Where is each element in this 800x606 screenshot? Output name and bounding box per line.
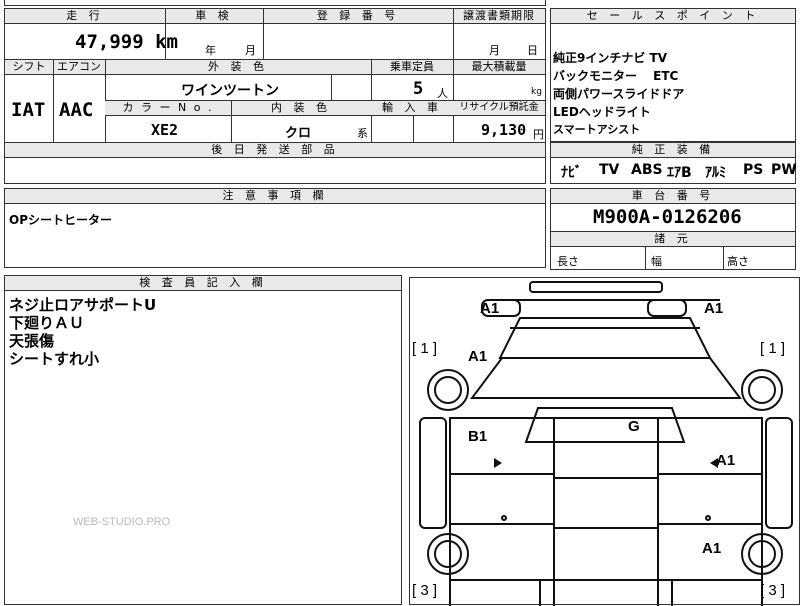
transfer-day: 日 [527, 44, 538, 57]
capacity-header: 乗車定員 [371, 60, 453, 75]
capacity-unit: 人 [437, 87, 448, 100]
damage-mark-a1: A1 [702, 540, 722, 557]
recycle-header: リサイクル預託金 [453, 101, 545, 116]
dimensions-header: 諸 元 [551, 232, 795, 247]
equipment-header: 純 正 装 備 [551, 143, 795, 158]
inspector-line: シートすれ小 [9, 350, 100, 368]
mileage-header: 走 行 [5, 9, 165, 24]
sales-line: LEDヘッドライト [553, 105, 651, 119]
equipment-box: 純 正 装 備 ﾅﾋﾞ TV ABS ｴｱB ｱﾙﾐ PS PW [550, 142, 797, 184]
damage-mark-a1: A1 [480, 300, 500, 317]
import-header: 輸 入 車 [371, 101, 453, 116]
interior-header: 内 装 色 [231, 101, 371, 116]
color-no-header: カ ラ ー N o . [105, 101, 231, 116]
chassis-header: 車 台 番 号 [551, 189, 795, 204]
damage-mark-g: G [628, 418, 640, 435]
load-unit: kg [531, 87, 542, 97]
interior-color-value: クロ [285, 126, 312, 141]
capacity-value: 5 [413, 79, 424, 99]
shift-header: シフト [5, 60, 53, 75]
length-label: 長さ [557, 255, 579, 268]
top-strip [4, 0, 546, 6]
sales-line: スマートアシスト [553, 123, 641, 136]
ac-value: AAC [59, 99, 94, 121]
equipment-item: ﾅﾋﾞ [561, 165, 582, 181]
inspection-year: 年 [205, 44, 216, 57]
inspector-box: 検 査 員 記 入 欄 ネジ止ロアサポートU 下廻りＡＵ 天張傷 シートすれ小 … [4, 275, 402, 605]
equipment-item: ｱﾙﾐ [705, 165, 726, 181]
notes-header: 注 意 事 項 欄 [5, 189, 545, 204]
vehicle-info-table: 走 行 車 検 登 録 番 号 譲渡書類期限 47,999 km 年 月 月 日… [4, 8, 546, 184]
chassis-box: 車 台 番 号 M900A-0126206 諸 元 長さ 幅 高さ [550, 188, 796, 270]
exterior-header: 外 装 色 [105, 60, 371, 75]
sales-points-box: セ ー ル ス ポ イ ン ト 純正9インチナビ TV バックモニター ETC … [550, 8, 796, 142]
recycle-unit: 円 [533, 128, 544, 141]
registration-header: 登 録 番 号 [263, 9, 453, 24]
transfer-header: 譲渡書類期限 [453, 9, 545, 24]
notes-box: 注 意 事 項 欄 OPシートヒーター [4, 188, 546, 268]
bracket-label: [ 1 ] [760, 340, 786, 357]
load-header: 最大積載量 [453, 60, 545, 75]
damage-mark-a1: A1 [716, 452, 736, 469]
equipment-item: ABS [631, 162, 663, 178]
ac-header: エアコン [53, 60, 105, 75]
bracket-label: [ 3 ] [412, 582, 438, 599]
recycle-value: 9,130 [481, 121, 527, 139]
chassis-number: M900A-0126206 [593, 206, 742, 228]
damage-mark-a1: A1 [704, 300, 724, 317]
parts-header: 後 日 発 送 部 品 [5, 143, 545, 158]
mileage-value: 47,999 km [75, 31, 178, 53]
bracket-label: [ 1 ] [412, 340, 438, 357]
interior-suffix: 系 [357, 127, 368, 140]
inspection-header: 車 検 [165, 9, 263, 24]
watermark: WEB-STUDIO.PRO [73, 516, 171, 528]
damage-mark-b1: B1 [468, 428, 488, 445]
sales-line: 両側パワースライドドア [553, 87, 685, 101]
equipment-item: PS [743, 162, 764, 178]
color-no-value: XE2 [151, 121, 179, 139]
width-label: 幅 [651, 255, 662, 268]
damage-mark-a1: A1 [468, 348, 488, 365]
equipment-item: ｴｱB [667, 165, 692, 181]
car-diagram-box: A1 A1 A1 B1 G A1 A1 [ 1 ] [ 1 ] [ 3 ] [ … [409, 277, 800, 606]
exterior-color-value: ワインツートン [181, 83, 279, 99]
height-label: 高さ [727, 255, 749, 268]
inspector-header: 検 査 員 記 入 欄 [5, 276, 401, 291]
shift-value: IAT [11, 99, 46, 121]
equipment-item: PW [771, 162, 797, 178]
notes-text: OPシートヒーター [9, 213, 112, 227]
bracket-label: [ 3 ] [760, 582, 786, 599]
sales-line: バックモニター ETC [553, 69, 679, 83]
sales-points-header: セ ー ル ス ポ イ ン ト [551, 9, 795, 24]
inspection-month: 月 [245, 44, 256, 57]
sales-line: 純正9インチナビ TV [553, 51, 668, 65]
transfer-month: 月 [489, 44, 500, 57]
equipment-item: TV [599, 162, 620, 178]
